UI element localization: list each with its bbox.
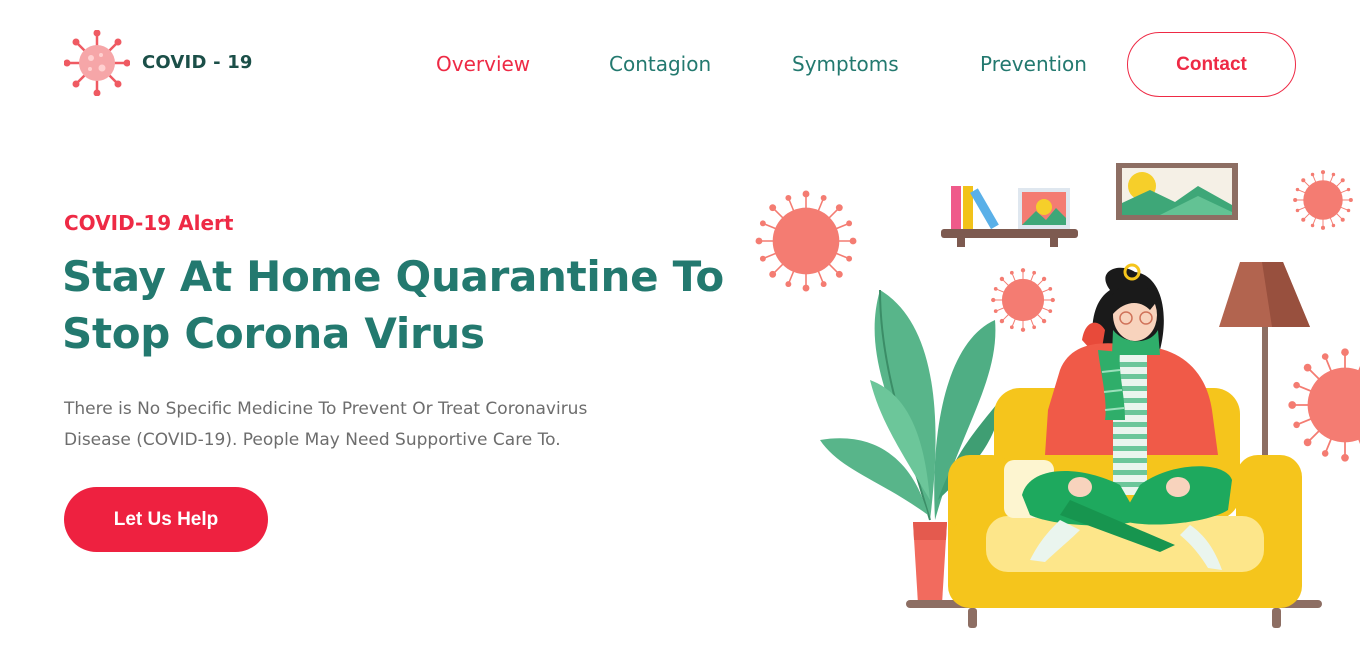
nav-symptoms[interactable]: Symptoms [792, 52, 899, 76]
hero-description-line-2: Disease (COVID-19). People May Need Supp… [64, 430, 561, 450]
nav-prevention[interactable]: Prevention [980, 52, 1087, 76]
hero-title-line-2: Stop Corona Virus [62, 309, 485, 358]
alert-label: COVID-19 Alert [64, 211, 234, 235]
nav-overview[interactable]: Overview [436, 52, 530, 76]
nav-contagion[interactable]: Contagion [609, 52, 711, 76]
virus-icon [1292, 169, 1354, 231]
virus-icon [1287, 347, 1360, 463]
hero-description-line-1: There is No Specific Medicine To Prevent… [64, 399, 588, 419]
virus-icon [754, 189, 858, 293]
site-header: COVID - 19 Overview Contagion Symptoms P… [0, 0, 1360, 130]
hero-title: Stay At Home Quarantine To Stop Corona V… [62, 248, 752, 362]
hero-title-line-1: Stay At Home Quarantine To [62, 252, 724, 301]
shelf [941, 186, 1078, 247]
brand-name[interactable]: COVID - 19 [142, 52, 253, 73]
let-us-help-button[interactable]: Let Us Help [64, 487, 268, 552]
wall-picture [1116, 163, 1238, 220]
virus-logo-icon[interactable] [64, 30, 130, 96]
woman-on-sofa-illustration [754, 163, 1360, 628]
hero-description: There is No Specific Medicine To Prevent… [64, 394, 704, 456]
contact-button[interactable]: Contact [1127, 32, 1296, 97]
virus-icon [990, 267, 1056, 333]
